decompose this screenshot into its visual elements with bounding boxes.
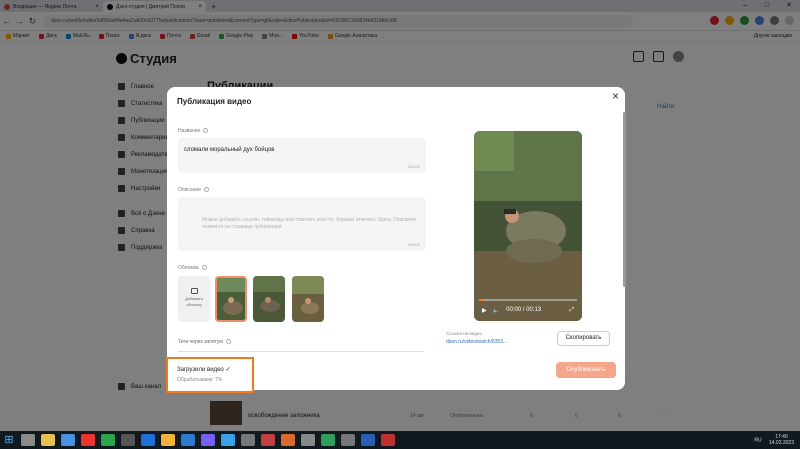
description-placeholder: Можно добавить ссылки, таймкоды или отве… bbox=[202, 217, 416, 230]
taskbar-app-icon[interactable] bbox=[181, 434, 195, 446]
taskbar-app-icon[interactable] bbox=[21, 434, 35, 446]
taskbar-app-icon[interactable] bbox=[381, 434, 395, 446]
video-controls: ▶ 🔈 00:00 / 00:13 ⤢ bbox=[474, 299, 582, 321]
title-field[interactable]: сломали моральный дух бойцов 26/100 bbox=[178, 138, 426, 173]
viber-icon[interactable] bbox=[201, 434, 215, 446]
taskbar-app-icon[interactable] bbox=[341, 434, 355, 446]
chrome-icon[interactable] bbox=[61, 434, 75, 446]
cover-option[interactable] bbox=[253, 276, 285, 322]
word-icon[interactable] bbox=[361, 434, 375, 446]
check-icon: ✓ bbox=[225, 367, 231, 373]
title-label: Название bbox=[178, 128, 209, 134]
close-dialog-icon[interactable]: × bbox=[612, 89, 619, 103]
dialog-scrollbar[interactable] bbox=[623, 112, 626, 287]
cover-label-text: Обложка bbox=[178, 265, 199, 271]
help-icon[interactable] bbox=[226, 339, 232, 345]
taskbar: ⊞ RU 17:40 14.03.2023 bbox=[0, 431, 800, 449]
video-time: 00:00 / 00:13 bbox=[506, 307, 542, 313]
taskbar-app-icon[interactable] bbox=[281, 434, 295, 446]
cover-label: Обложка bbox=[178, 265, 207, 271]
volume-icon[interactable]: 🔈 bbox=[493, 307, 500, 314]
taskbar-app-icon[interactable] bbox=[141, 434, 155, 446]
cover-option-selected[interactable] bbox=[215, 276, 247, 322]
add-cover-label: Добавить обложку bbox=[185, 296, 203, 307]
screen: Входящие — Яндекс Почта × Дзен-студия | … bbox=[0, 0, 800, 449]
cover-option[interactable] bbox=[292, 276, 324, 322]
help-icon[interactable] bbox=[203, 128, 209, 134]
publish-button[interactable]: Опубликовать bbox=[556, 362, 616, 378]
cover-image bbox=[217, 278, 245, 320]
taskbar-app-icon[interactable] bbox=[121, 434, 135, 446]
start-icon[interactable]: ⊞ bbox=[0, 431, 18, 449]
clock-date: 14.03.2023 bbox=[768, 440, 794, 446]
taskbar-app-icon[interactable] bbox=[301, 434, 315, 446]
description-label: Описание bbox=[178, 187, 210, 193]
processing-status: Обрабатываем: 7% bbox=[177, 377, 223, 383]
video-frame bbox=[474, 131, 582, 321]
taskbar-app-icon[interactable] bbox=[161, 434, 175, 446]
taskbar-app-icon[interactable] bbox=[321, 434, 335, 446]
taskbar-app-icon[interactable] bbox=[101, 434, 115, 446]
tags-field[interactable]: Теги через запятую bbox=[178, 339, 424, 352]
title-counter: 26/100 bbox=[407, 164, 420, 169]
video-link[interactable]: dzen.ru/video/watch/6353... bbox=[446, 339, 507, 345]
dialog-title: Публикация видео bbox=[177, 97, 252, 106]
taskbar-app-icon[interactable] bbox=[241, 434, 255, 446]
publish-video-dialog: Публикация видео × Название сломали мора… bbox=[166, 87, 625, 393]
image-icon bbox=[190, 288, 198, 294]
upload-status-box: Загрузили видео ✓ Обрабатываем: 7% bbox=[166, 357, 254, 393]
add-cover-button[interactable]: Добавить обложку bbox=[178, 276, 210, 322]
yandex-icon[interactable] bbox=[81, 434, 95, 446]
folder-icon[interactable] bbox=[41, 434, 55, 446]
help-icon[interactable] bbox=[204, 187, 210, 193]
copy-link-button[interactable]: Скопировать bbox=[557, 331, 610, 346]
tags-label: Теги через запятую bbox=[178, 339, 224, 345]
cover-image bbox=[253, 276, 285, 322]
taskbar-app-icon[interactable] bbox=[261, 434, 275, 446]
upload-title-text: Загрузили видео bbox=[177, 367, 224, 373]
description-field[interactable]: Можно добавить ссылки, таймкоды или отве… bbox=[178, 197, 426, 251]
video-preview[interactable]: ▶ 🔈 00:00 / 00:13 ⤢ bbox=[474, 131, 582, 321]
play-icon[interactable]: ▶ bbox=[482, 307, 487, 314]
video-link-label: Ссылка на видео bbox=[446, 331, 482, 336]
cover-image bbox=[292, 276, 324, 322]
upload-status-title: Загрузили видео ✓ bbox=[177, 366, 230, 373]
title-value: сломали моральный дух бойцов bbox=[184, 147, 275, 153]
telegram-icon[interactable] bbox=[221, 434, 235, 446]
title-label-text: Название bbox=[178, 128, 201, 134]
description-counter: 0/5000 bbox=[407, 242, 420, 247]
fullscreen-icon[interactable]: ⤢ bbox=[569, 307, 574, 314]
description-label-text: Описание bbox=[178, 187, 202, 193]
help-icon[interactable] bbox=[201, 265, 207, 271]
system-tray[interactable]: RU 17:40 14.03.2023 bbox=[754, 434, 794, 446]
language-indicator[interactable]: RU bbox=[754, 437, 761, 443]
